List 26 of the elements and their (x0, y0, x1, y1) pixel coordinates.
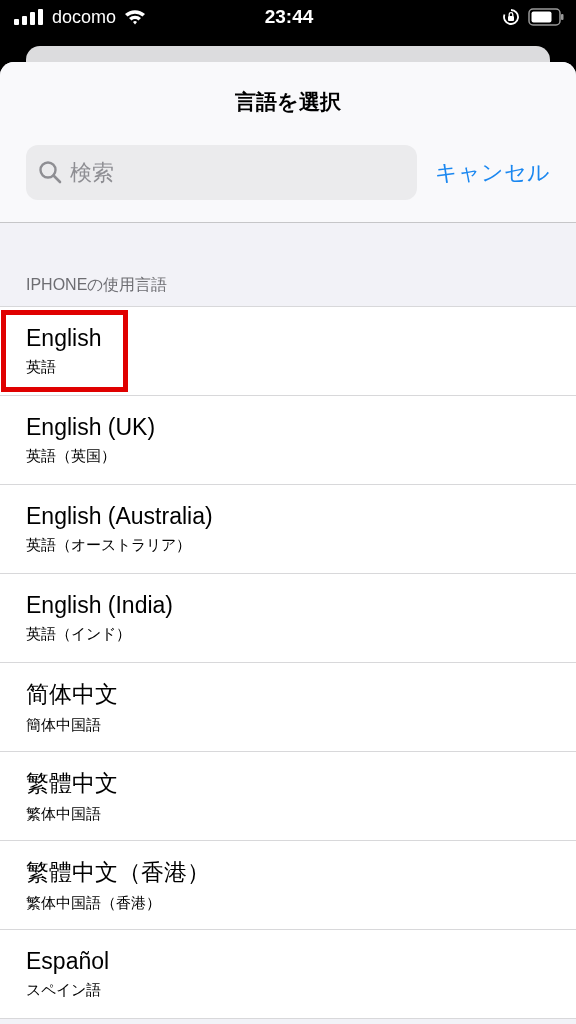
battery-icon (528, 8, 564, 26)
language-name: English (India) (26, 592, 174, 619)
language-name: 繁體中文 (26, 769, 118, 798)
rotation-lock-icon (502, 8, 520, 26)
language-name: English (UK) (26, 414, 156, 441)
section-header: IPHONEの使用言語 (25, 275, 169, 295)
sheet-title: 言語を選択 (234, 89, 342, 115)
language-name: English (Australia) (26, 503, 213, 530)
language-row[interactable]: English 英語 (0, 307, 576, 396)
language-subtitle: 簡体中国語 (26, 716, 102, 735)
language-name: 简体中文 (26, 680, 118, 709)
language-name: Español (26, 948, 110, 975)
language-subtitle: 英語（インド） (26, 625, 132, 644)
language-name: 繁體中文（香港） (26, 858, 210, 887)
language-subtitle: 繁体中国語 (26, 805, 102, 824)
wifi-icon (124, 9, 147, 25)
language-subtitle: スペイン語 (26, 981, 102, 1000)
language-name: English (26, 325, 102, 352)
language-subtitle: 繁体中国語（香港） (26, 894, 162, 913)
clock-time: 23:44 (264, 6, 314, 28)
language-subtitle: 英語（英国） (26, 447, 117, 466)
search-field[interactable]: 検索 (26, 145, 417, 200)
signal-icon (14, 9, 44, 25)
carrier-name: docomo (52, 6, 117, 28)
language-subtitle: 英語 (26, 358, 57, 377)
language-subtitle: 英語（オーストラリア） (26, 536, 192, 555)
